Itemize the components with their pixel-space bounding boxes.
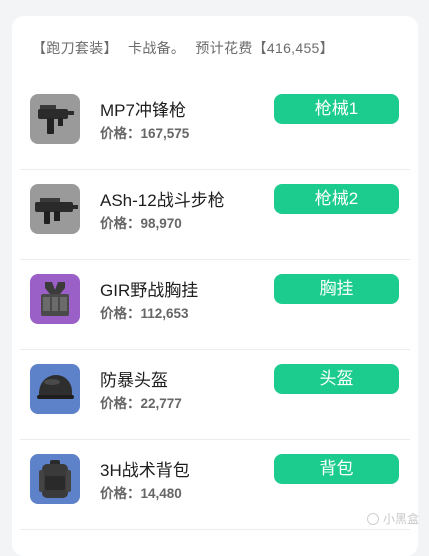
- list-item[interactable]: GIR野战胸挂 价格：112,653 胸挂: [20, 259, 410, 350]
- estimated-cost: 预计花费【416,455】: [195, 40, 334, 56]
- slot-tag-gun2[interactable]: 枪械2: [274, 184, 399, 214]
- helmet-icon: [30, 364, 80, 414]
- item-name: 3H战术背包: [100, 461, 190, 480]
- item-price: 价格：98,970: [100, 216, 182, 231]
- item-name: ASh-12战斗步枪: [100, 191, 225, 210]
- item-price: 价格：167,575: [100, 126, 190, 141]
- slot-tag-chest-rig[interactable]: 胸挂: [274, 274, 399, 304]
- set-label: 【跑刀套装】: [32, 40, 118, 56]
- list-item[interactable]: 防暴头盔 价格：22,777 头盔: [20, 349, 410, 440]
- item-price: 价格：14,480: [100, 486, 182, 501]
- rifle-icon: [30, 184, 80, 234]
- list-item[interactable]: ASh-12战斗步枪 价格：98,970 枪械2: [20, 169, 410, 260]
- slot-tag-backpack[interactable]: 背包: [274, 454, 399, 484]
- item-price: 价格：22,777: [100, 396, 182, 411]
- watermark: 小黑盒: [366, 510, 419, 527]
- item-name: MP7冲锋枪: [100, 101, 186, 120]
- set-header: 【跑刀套装】 卡战备。 预计花费【416,455】: [32, 38, 340, 58]
- chest-rig-icon: [30, 274, 80, 324]
- slot-tag-helmet[interactable]: 头盔: [274, 364, 399, 394]
- smg-icon: [30, 94, 80, 144]
- list-item[interactable]: 3H战术背包 价格：14,480 背包: [20, 439, 410, 530]
- watermark-text: 小黑盒: [382, 512, 419, 526]
- item-list-card: 【跑刀套装】 卡战备。 预计花费【416,455】 MP7冲锋枪 价格：167,…: [12, 16, 418, 556]
- watermark-logo-icon: [366, 513, 379, 525]
- item-name: 防暴头盔: [100, 371, 168, 390]
- slot-tag-gun1[interactable]: 枪械1: [274, 94, 399, 124]
- list-item[interactable]: MP7冲锋枪 价格：167,575 枪械1: [20, 79, 410, 170]
- item-price: 价格：112,653: [100, 306, 189, 321]
- item-name: GIR野战胸挂: [100, 281, 199, 300]
- set-subtitle: 卡战备。: [128, 40, 186, 56]
- backpack-icon: [30, 454, 80, 504]
